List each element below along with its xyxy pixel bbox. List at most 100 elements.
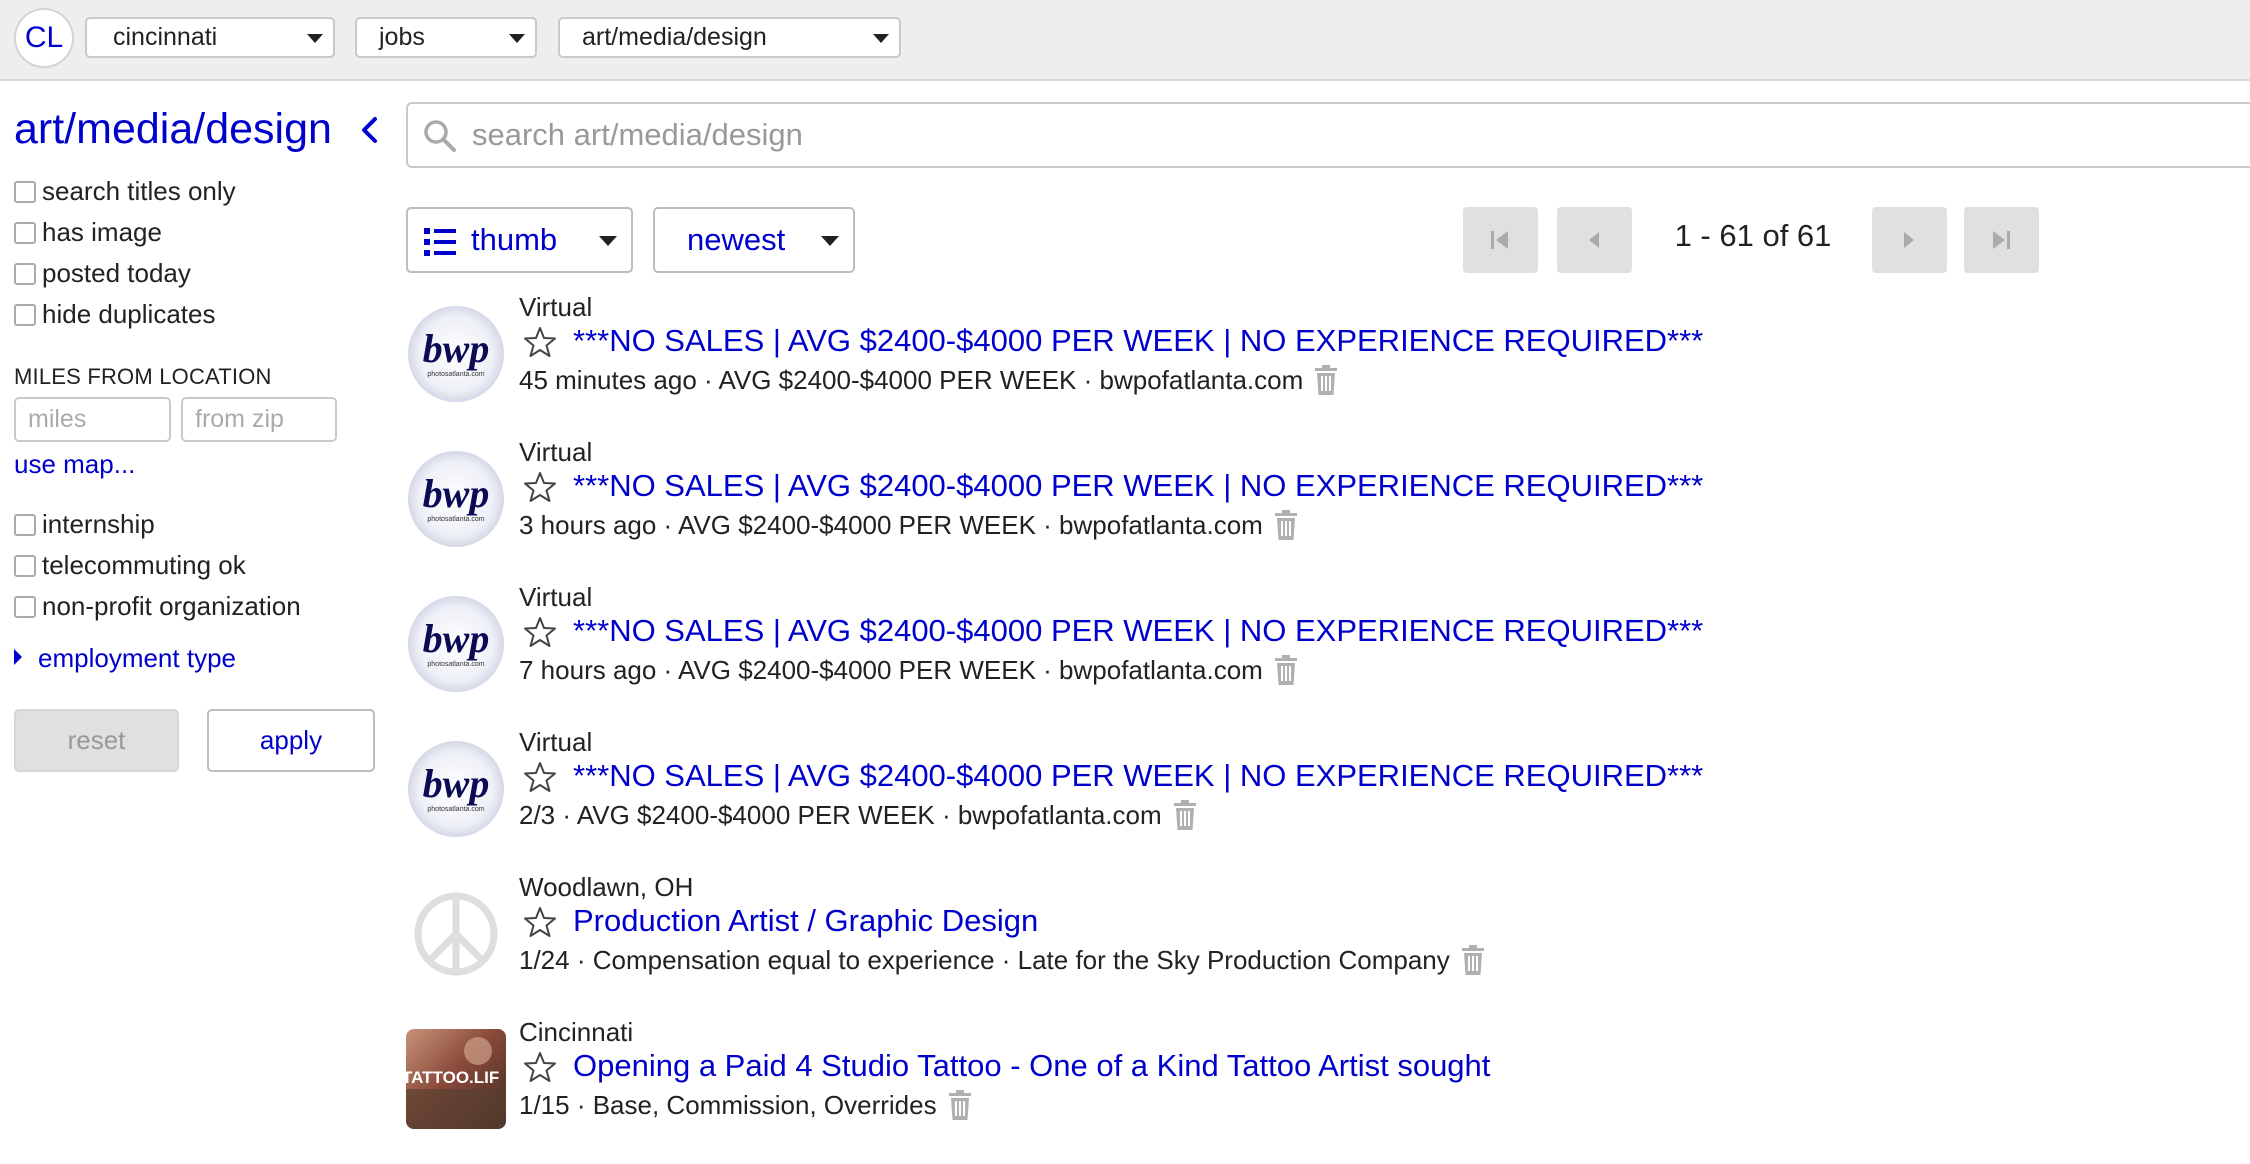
thumbnail-image[interactable]: TATTOO.LIF: [406, 1029, 506, 1129]
result-title-link[interactable]: Production Artist / Graphic Design: [573, 903, 1038, 939]
filter-label: has image: [42, 217, 162, 247]
star-icon[interactable]: [523, 325, 557, 359]
miles-input[interactable]: [14, 397, 171, 442]
chevron-down-icon: [599, 236, 617, 246]
trash-icon[interactable]: [1273, 655, 1299, 685]
checkbox[interactable]: [14, 222, 36, 244]
result-meta: 1/15 · Base, Commission, Overrides: [519, 1090, 973, 1121]
checkbox[interactable]: [14, 555, 36, 577]
peace-sign-icon[interactable]: [406, 884, 506, 984]
search-input[interactable]: [470, 112, 1970, 158]
result-meta: 2/3 · AVG $2400-$4000 PER WEEK · bwpofat…: [519, 800, 1198, 831]
result-location: Virtual: [519, 727, 593, 757]
apply-button[interactable]: apply: [207, 709, 375, 772]
filter-label: telecommuting ok: [42, 550, 246, 580]
subcategory-select[interactable]: art/media/design: [558, 17, 901, 58]
filter-posted-today[interactable]: posted today: [14, 256, 191, 290]
result-meta: 45 minutes ago · AVG $2400-$4000 PER WEE…: [519, 365, 1339, 396]
last-page-button[interactable]: [1964, 207, 2039, 273]
reset-button[interactable]: reset: [14, 709, 179, 772]
result-thumbnail[interactable]: bwp photosatlanta.com: [406, 304, 506, 404]
previous-page-icon: [1589, 232, 1599, 248]
filter-label: internship: [42, 509, 155, 539]
filter-label: search titles only: [42, 176, 236, 206]
result-title-link[interactable]: ***NO SALES | AVG $2400-$4000 PER WEEK |…: [573, 468, 1703, 504]
thumbnail-image[interactable]: bwp photosatlanta.com: [406, 449, 506, 549]
chevron-left-icon[interactable]: [357, 115, 383, 145]
result-location: Virtual: [519, 437, 593, 467]
employment-type-toggle[interactable]: employment type: [14, 643, 236, 674]
first-page-button[interactable]: [1463, 207, 1538, 273]
result-thumbnail[interactable]: TATTOO.LIF: [406, 1029, 506, 1129]
subcategory-select-label: art/media/design: [582, 23, 767, 51]
checkbox[interactable]: [14, 514, 36, 536]
result-title-link[interactable]: ***NO SALES | AVG $2400-$4000 PER WEEK |…: [573, 323, 1703, 359]
checkbox[interactable]: [14, 304, 36, 326]
svg-text:TATTOO.LIF: TATTOO.LIF: [406, 1068, 499, 1087]
thumbnail-image[interactable]: bwp photosatlanta.com: [406, 739, 506, 839]
result-meta-text: 1/15 · Base, Commission, Overrides: [519, 1090, 937, 1120]
craigslist-logo[interactable]: CL: [14, 8, 74, 68]
filter-telecommuting-ok[interactable]: telecommuting ok: [14, 548, 246, 582]
use-map-link[interactable]: use map...: [14, 449, 135, 480]
star-icon[interactable]: [523, 905, 557, 939]
svg-text:photosatlanta.com: photosatlanta.com: [427, 371, 484, 378]
next-page-button[interactable]: [1872, 207, 1947, 273]
svg-text:bwp: bwp: [423, 326, 490, 371]
star-icon[interactable]: [523, 470, 557, 504]
svg-text:photosatlanta.com: photosatlanta.com: [427, 516, 484, 523]
result-row: bwp photosatlanta.com Virtual ***NO SALES…: [406, 292, 2206, 432]
checkbox[interactable]: [14, 263, 36, 285]
result-title-link[interactable]: Opening a Paid 4 Studio Tattoo - One of …: [573, 1048, 1490, 1084]
filter-search-titles-only[interactable]: search titles only: [14, 174, 236, 208]
view-mode-button[interactable]: thumb: [406, 207, 633, 273]
search-bar[interactable]: [406, 102, 2250, 168]
chevron-down-icon: [307, 34, 323, 43]
trash-icon[interactable]: [1313, 365, 1339, 395]
area-select-label: cincinnati: [113, 23, 218, 51]
result-thumbnail[interactable]: bwp photosatlanta.com: [406, 739, 506, 839]
result-title-link[interactable]: ***NO SALES | AVG $2400-$4000 PER WEEK |…: [573, 758, 1703, 794]
sidebar-title: art/media/design: [14, 105, 332, 153]
checkbox[interactable]: [14, 181, 36, 203]
top-bar: CL cincinnati jobs art/media/design: [0, 0, 2250, 81]
filter-has-image[interactable]: has image: [14, 215, 162, 249]
result-row: Woodlawn, OH Production Artist / Graphic …: [406, 872, 2206, 1012]
trash-icon[interactable]: [1273, 510, 1299, 540]
sort-button[interactable]: newest: [653, 207, 855, 273]
filter-label: hide duplicates: [42, 299, 216, 329]
thumbnail-image[interactable]: bwp photosatlanta.com: [406, 594, 506, 694]
trash-icon[interactable]: [1460, 945, 1486, 975]
star-icon[interactable]: [523, 615, 557, 649]
view-mode-label: thumb: [471, 222, 558, 257]
result-thumbnail[interactable]: bwp photosatlanta.com: [406, 594, 506, 694]
star-icon[interactable]: [523, 760, 557, 794]
star-icon[interactable]: [523, 1050, 557, 1084]
result-thumbnail[interactable]: bwp photosatlanta.com: [406, 449, 506, 549]
miles-from-location-label: MILES FROM LOCATION: [14, 364, 272, 389]
result-meta: 3 hours ago · AVG $2400-$4000 PER WEEK ·…: [519, 510, 1299, 541]
trash-icon[interactable]: [1172, 800, 1198, 830]
filter-non-profit[interactable]: non-profit organization: [14, 589, 301, 623]
last-page-icon: [1993, 231, 2010, 249]
svg-text:bwp: bwp: [423, 761, 490, 806]
result-thumbnail[interactable]: [406, 884, 506, 984]
filter-internship[interactable]: internship: [14, 507, 155, 541]
result-row: TATTOO.LIF Cincinnati Opening a Paid 4 St…: [406, 1017, 2206, 1157]
from-zip-input[interactable]: [181, 397, 337, 442]
filter-label: posted today: [42, 258, 191, 288]
category-select[interactable]: jobs: [355, 17, 537, 58]
filter-hide-duplicates[interactable]: hide duplicates: [14, 297, 215, 331]
result-range: 1 - 61 of 61: [1674, 218, 1832, 253]
chevron-down-icon: [821, 236, 839, 246]
svg-text:photosatlanta.com: photosatlanta.com: [427, 661, 484, 668]
checkbox[interactable]: [14, 596, 36, 618]
trash-icon[interactable]: [947, 1090, 973, 1120]
svg-text:bwp: bwp: [423, 616, 490, 661]
previous-page-button[interactable]: [1557, 207, 1632, 273]
result-row: bwp photosatlanta.com Virtual ***NO SALES…: [406, 727, 2206, 867]
result-location: Woodlawn, OH: [519, 872, 694, 902]
result-title-link[interactable]: ***NO SALES | AVG $2400-$4000 PER WEEK |…: [573, 613, 1703, 649]
area-select[interactable]: cincinnati: [85, 17, 335, 58]
thumbnail-image[interactable]: bwp photosatlanta.com: [406, 304, 506, 404]
